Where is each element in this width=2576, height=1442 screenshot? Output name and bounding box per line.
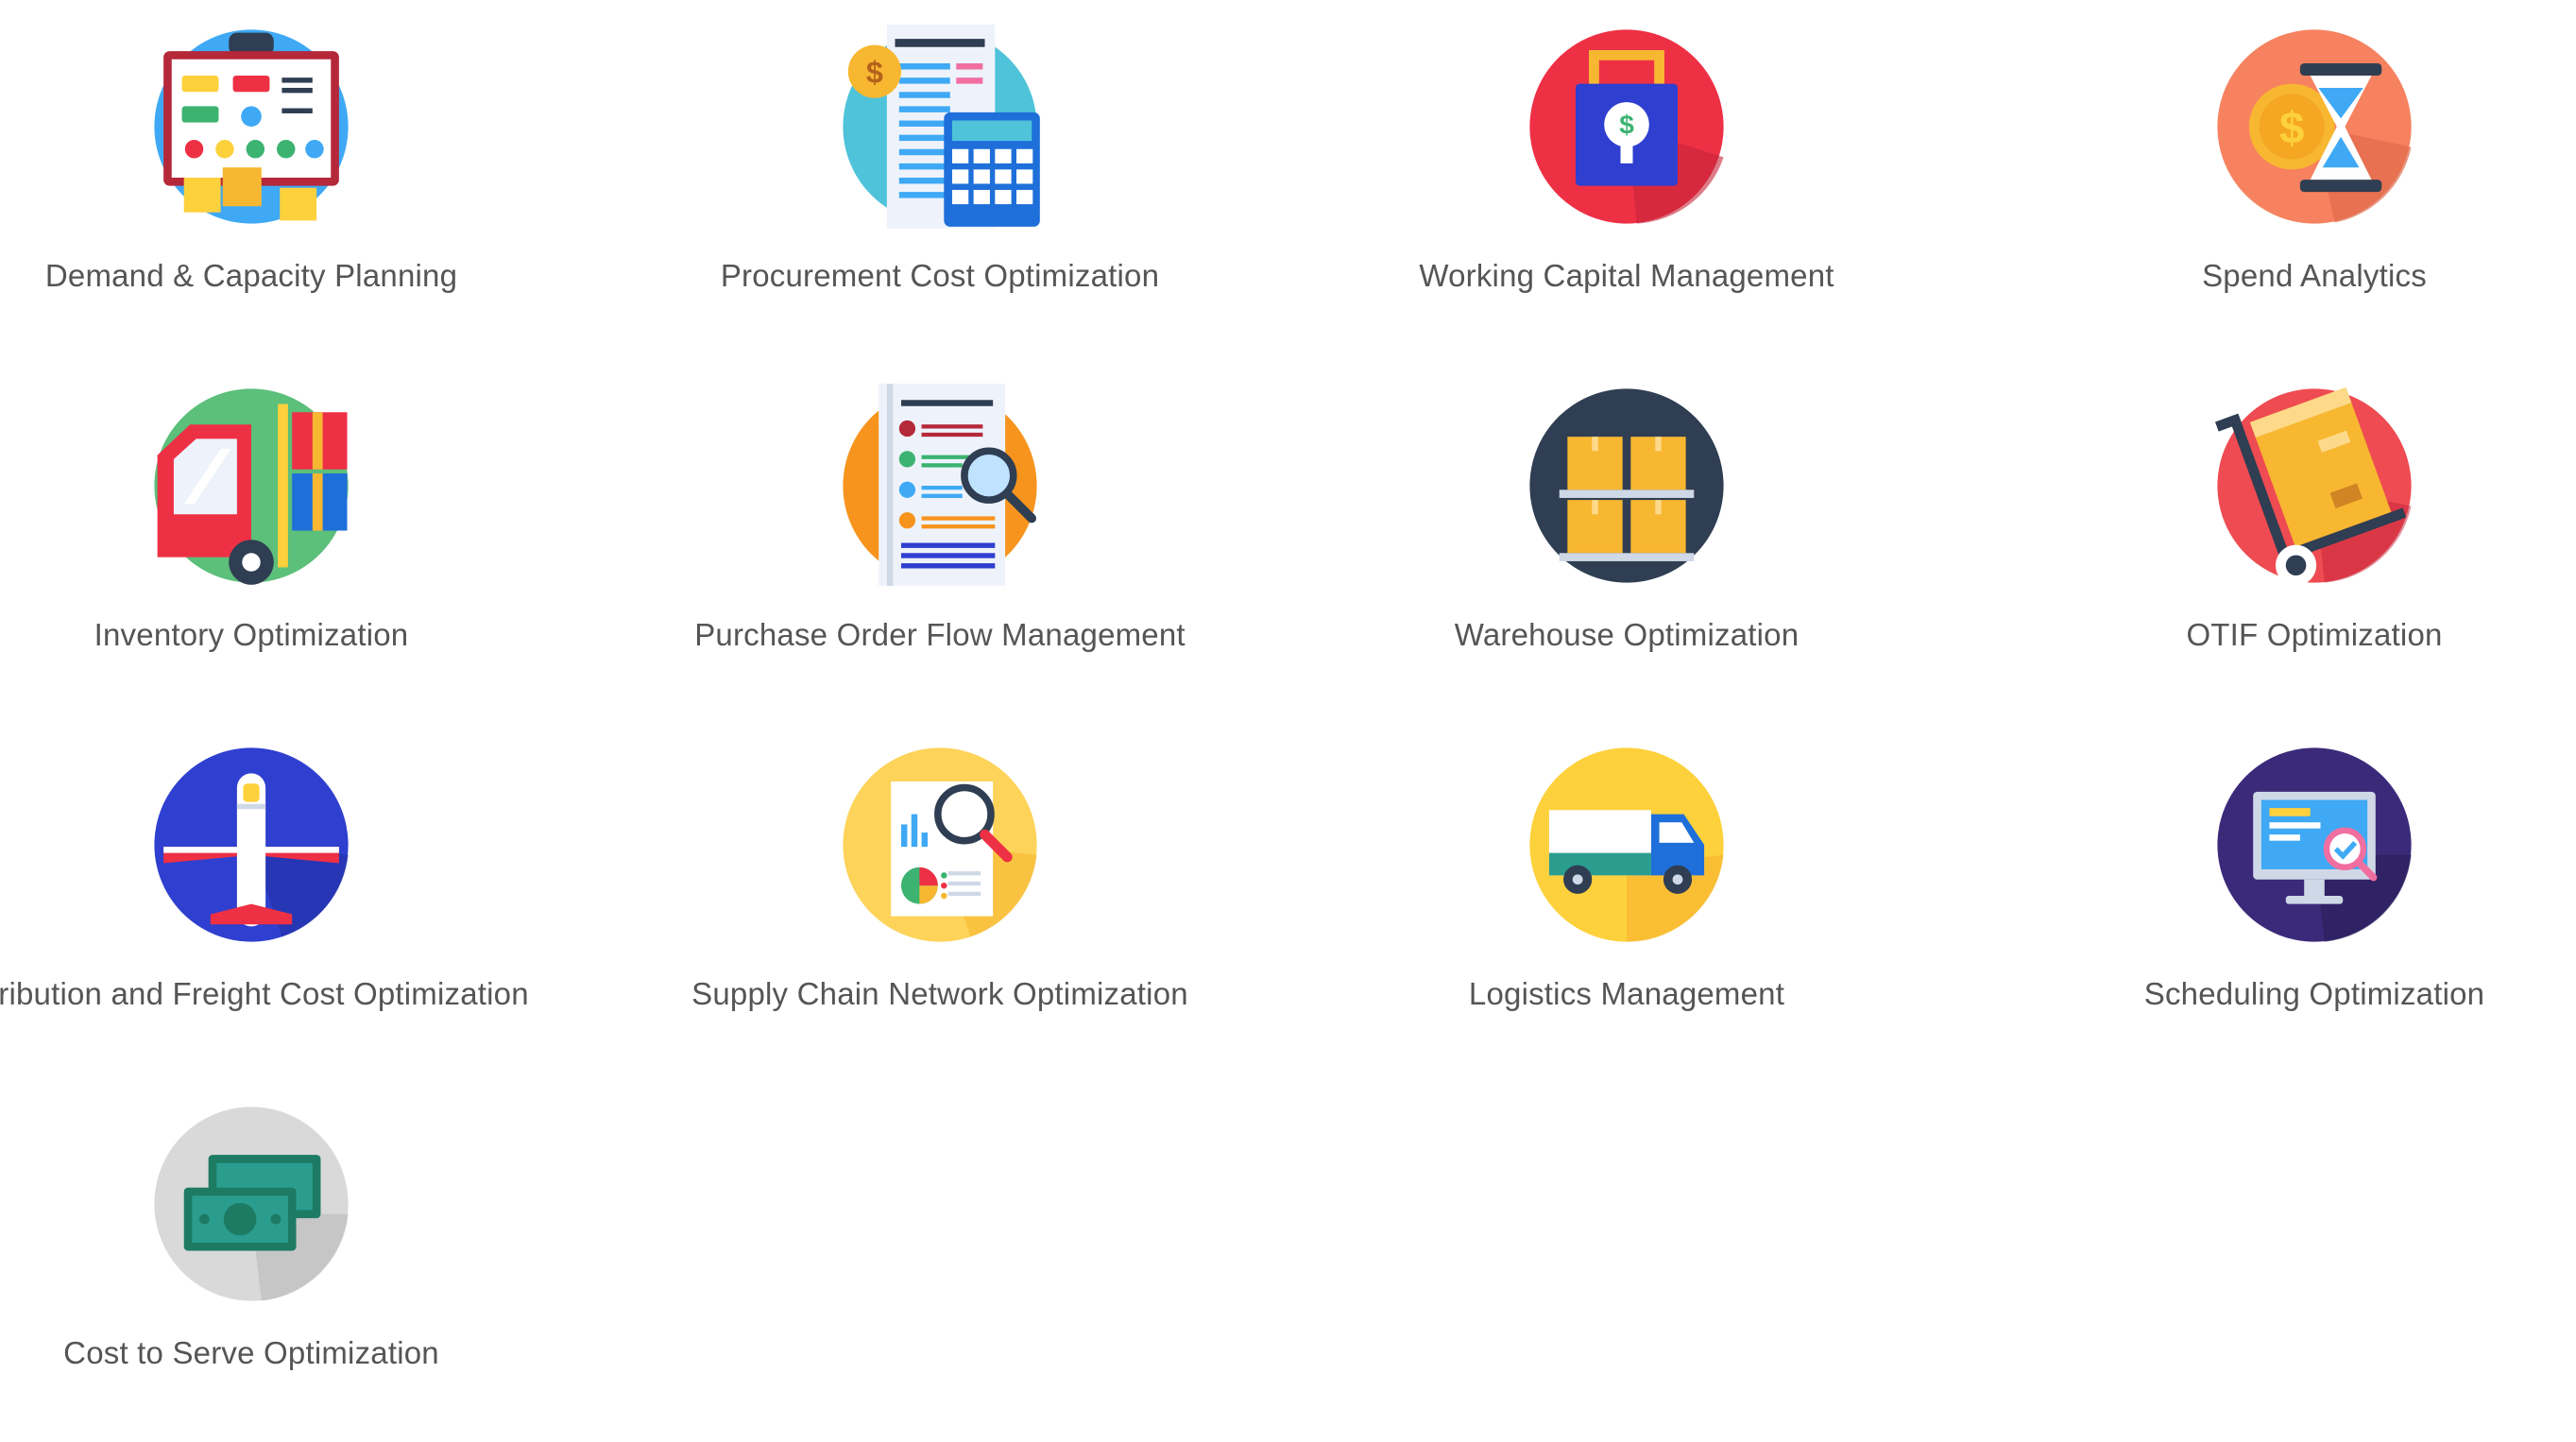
tile-label: Procurement Cost Optimization: [720, 258, 1160, 293]
pallet-boxes-icon: [1529, 388, 1724, 583]
svg-text:$: $: [1619, 111, 1634, 140]
delivery-truck-icon: [1529, 747, 1724, 942]
tile-warehouse-optimization[interactable]: Warehouse Optimization: [1283, 384, 1970, 653]
svg-text:$: $: [866, 56, 883, 90]
checklist-magnifier-icon: [843, 384, 1037, 586]
tile-demand-capacity-planning[interactable]: Demand & Capacity Planning: [0, 25, 595, 294]
banknotes-icon: [154, 1107, 349, 1301]
tile-scheduling-optimization[interactable]: Scheduling Optimization: [1970, 743, 2576, 1012]
tile-label: Purchase Order Flow Management: [694, 617, 1186, 652]
forklift-icon: [154, 388, 349, 585]
airplane-icon: [154, 747, 349, 942]
tile-label: stribution and Freight Cost Optimization: [0, 976, 529, 1011]
tile-label: OTIF Optimization: [2186, 617, 2443, 652]
tile-procurement-cost-optimization[interactable]: $ Procurement Cost Optimization: [596, 25, 1284, 294]
tile-logistics-management[interactable]: Logistics Management: [1283, 743, 1970, 1012]
hourglass-coin-icon: $: [2217, 29, 2412, 224]
monitor-check-icon: [2217, 747, 2412, 942]
money-bag-icon: $: [1529, 29, 1724, 224]
tile-supply-chain-network-optimization[interactable]: Supply Chain Network Optimization: [596, 743, 1284, 1012]
tile-purchase-order-flow-management[interactable]: Purchase Order Flow Management: [596, 384, 1284, 653]
tile-label: Supply Chain Network Optimization: [691, 976, 1188, 1011]
svg-text:$: $: [2279, 103, 2304, 153]
tile-cost-to-serve-optimization[interactable]: Cost to Serve Optimization: [0, 1102, 595, 1371]
tile-label: Cost to Serve Optimization: [63, 1335, 439, 1370]
tile-distribution-freight-cost-optimization[interactable]: stribution and Freight Cost Optimization: [0, 743, 595, 1012]
tile-otif-optimization[interactable]: OTIF Optimization: [1970, 384, 2576, 653]
tile-label: Inventory Optimization: [94, 617, 409, 652]
tile-label: Logistics Management: [1468, 976, 1785, 1011]
tile-spend-analytics[interactable]: $ Spend Analytics: [1970, 25, 2576, 294]
tile-inventory-optimization[interactable]: Inventory Optimization: [0, 384, 595, 653]
tile-label: Spend Analytics: [2202, 258, 2427, 293]
tile-label: Demand & Capacity Planning: [44, 258, 458, 293]
tile-label: Working Capital Management: [1419, 258, 1834, 293]
tile-label: Warehouse Optimization: [1454, 617, 1800, 652]
report-magnifier-icon: [843, 747, 1037, 942]
tile-working-capital-management[interactable]: $ Working Capital Management: [1283, 25, 1970, 294]
planning-board-icon: [154, 29, 349, 224]
hand-truck-icon: [2214, 386, 2412, 586]
invoice-calculator-icon: $: [843, 25, 1040, 229]
tile-label: Scheduling Optimization: [2143, 976, 2485, 1011]
